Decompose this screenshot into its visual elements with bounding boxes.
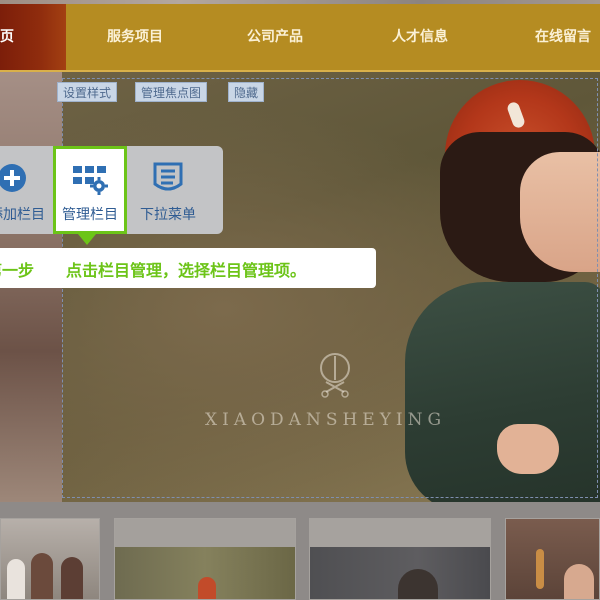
manage-column-button[interactable]: 管理栏目	[53, 146, 127, 234]
column-tools-panel: 添加栏目 管理栏目 下拉菜单	[0, 146, 223, 234]
manage-focus-image-button[interactable]: 管理焦点图	[135, 82, 208, 102]
thumb-forest-child[interactable]	[114, 518, 296, 600]
add-column-button[interactable]: 添加栏目	[0, 146, 52, 234]
nav-item-talent[interactable]: 人才信息	[346, 4, 494, 70]
thumb-dark-portrait[interactable]	[309, 518, 491, 600]
thumb-family-photo[interactable]	[0, 518, 100, 600]
add-column-label: 添加栏目	[0, 207, 45, 223]
banner-edit-frame	[62, 78, 598, 498]
instruction-text: 点击栏目管理，选择栏目管理项。	[66, 261, 307, 280]
hide-button[interactable]: 隐藏	[228, 82, 265, 102]
set-style-button[interactable]: 设置样式	[57, 82, 118, 102]
nav-item-products[interactable]: 公司产品	[204, 4, 346, 70]
top-navigation: 首页 服务项目 公司产品 人才信息 在线留言	[0, 0, 600, 72]
instruction-callout: 第一步 点击栏目管理，选择栏目管理项。	[0, 248, 376, 288]
dropdown-menu-label: 下拉菜单	[140, 207, 196, 223]
nav-item-message[interactable]: 在线留言	[494, 4, 600, 70]
thumb-baby-portrait[interactable]	[505, 518, 600, 600]
plus-circle-icon	[0, 164, 26, 192]
tooltip-pointer	[78, 234, 96, 245]
list-menu-icon	[153, 162, 183, 191]
grid-gear-icon	[73, 166, 108, 195]
nav-item-home[interactable]: 首页	[0, 4, 66, 70]
thumbnail-strip	[0, 502, 600, 600]
dropdown-menu-button[interactable]: 下拉菜单	[133, 146, 203, 234]
manage-column-label: 管理栏目	[62, 207, 118, 223]
nav-item-services[interactable]: 服务项目	[66, 4, 204, 70]
instruction-step: 第一步	[0, 261, 35, 280]
